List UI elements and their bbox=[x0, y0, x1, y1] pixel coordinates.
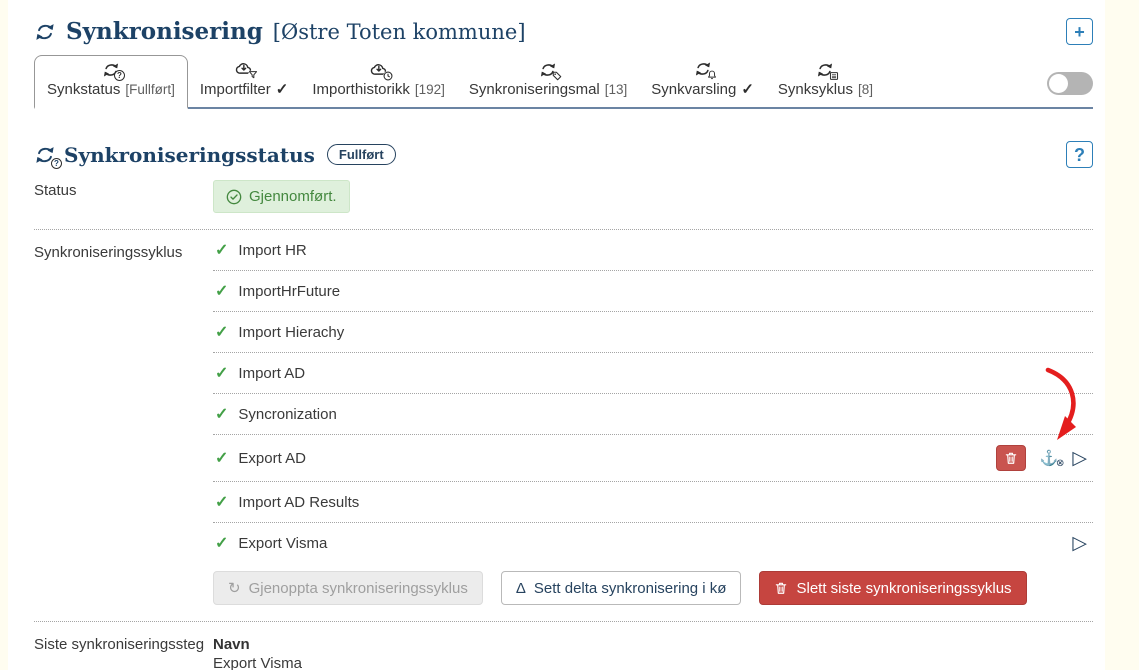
cycle-step: ✓ Syncronization bbox=[213, 394, 1093, 435]
cycle-step: ✓ Import Hierachy bbox=[213, 312, 1093, 353]
cycle-step: ✓ ImportHrFuture bbox=[213, 271, 1093, 312]
circle-check-icon bbox=[226, 189, 242, 205]
check-icon: ✓ bbox=[215, 492, 228, 512]
tab-check: ✓ bbox=[741, 80, 754, 98]
tab-badge: [192] bbox=[415, 82, 445, 97]
tab-label: Synkstatus bbox=[47, 81, 120, 98]
cycle-step-export-ad: ✓ Export AD ⚓⊗ ▷ bbox=[213, 435, 1093, 482]
section-title: Synkroniseringsstatus bbox=[64, 143, 315, 167]
cycle-step: ✓ Import AD Results bbox=[213, 482, 1093, 523]
resume-cycle-button[interactable]: ↻ Gjenoppta synkroniseringssyklus bbox=[213, 571, 483, 605]
cycle-buttons: ↻ Gjenoppta synkroniseringssyklus Δ Sett… bbox=[213, 571, 1093, 605]
last-step-label: Siste synkroniseringssteg bbox=[34, 622, 213, 670]
delete-last-cycle-button[interactable]: Slett siste synkroniseringssyklus bbox=[759, 571, 1026, 605]
cycle-step-export-visma: ✓ Export Visma ▷ bbox=[213, 523, 1093, 563]
tab-badge: [Fullført] bbox=[125, 82, 175, 97]
cycle-row: Synkroniseringssyklus ✓ Import HR ✓ Impo… bbox=[34, 230, 1093, 621]
section-header: ? Synkroniseringsstatus Fullført ? bbox=[34, 141, 1093, 168]
step-actions: ⚓⊗ ▷ bbox=[996, 445, 1091, 471]
tab-label: Synkroniseringsmal bbox=[469, 81, 600, 98]
sync-question-icon: ? bbox=[34, 144, 56, 166]
cycle-step: ✓ Import AD bbox=[213, 353, 1093, 394]
trash-icon bbox=[774, 581, 788, 595]
add-button[interactable]: + bbox=[1066, 18, 1093, 45]
tab-check: ✓ bbox=[276, 80, 289, 98]
cycle-label: Synkroniseringssyklus bbox=[34, 230, 213, 621]
name-value: Export Visma bbox=[213, 653, 1093, 670]
status-badge: Gjennomført. bbox=[213, 180, 350, 213]
sync-question-icon: ? bbox=[102, 61, 120, 79]
status-row: Status Gjennomført. bbox=[34, 168, 1093, 230]
delete-step-button[interactable] bbox=[996, 445, 1026, 471]
tab-label: Synkvarsling bbox=[651, 81, 736, 98]
anchor-cancel-icon[interactable]: ⚓⊗ bbox=[1040, 449, 1059, 467]
trash-icon bbox=[1004, 451, 1018, 465]
tab-label: Importhistorikk bbox=[312, 81, 410, 98]
tab-badge: [13] bbox=[605, 82, 628, 97]
sync-icon bbox=[34, 21, 56, 43]
check-icon: ✓ bbox=[215, 404, 228, 424]
help-button[interactable]: ? bbox=[1066, 141, 1093, 168]
check-icon: ✓ bbox=[215, 281, 228, 301]
tab-synkroniseringsmal[interactable]: Synkroniseringsmal [13] bbox=[457, 56, 639, 107]
toggle-knob bbox=[1049, 74, 1068, 93]
sync-tag-icon bbox=[539, 61, 557, 79]
tab-synksyklus[interactable]: Synksyklus [8] bbox=[766, 56, 885, 107]
section-status-pill: Fullført bbox=[327, 144, 396, 165]
cycle-step: ✓ Import HR bbox=[213, 230, 1093, 271]
status-label: Status bbox=[34, 168, 213, 229]
check-icon: ✓ bbox=[215, 448, 228, 468]
tab-synkvarsling[interactable]: Synkvarsling ✓ bbox=[639, 55, 766, 107]
main-content: Synkronisering [Østre Toten kommune] + ?… bbox=[8, 0, 1105, 670]
sync-list-icon bbox=[816, 61, 834, 79]
last-step-row: Siste synkroniseringssteg Navn Export Vi… bbox=[34, 621, 1093, 670]
cycle-step-list: ✓ Import HR ✓ ImportHrFuture ✓ Import Hi… bbox=[213, 230, 1093, 563]
tab-label: Synksyklus bbox=[778, 81, 853, 98]
cloud-import-filter-icon bbox=[235, 60, 253, 78]
step-actions: ▷ bbox=[1072, 534, 1091, 553]
play-icon[interactable]: ▷ bbox=[1072, 449, 1087, 468]
toggle-switch[interactable] bbox=[1047, 72, 1093, 95]
check-icon: ✓ bbox=[215, 533, 228, 553]
queue-delta-sync-button[interactable]: Δ Sett delta synkronisering i kø bbox=[501, 571, 742, 605]
page-title: Synkronisering bbox=[66, 18, 263, 45]
tab-importfilter[interactable]: Importfilter ✓ bbox=[188, 55, 300, 107]
tab-label: Importfilter bbox=[200, 81, 271, 98]
sync-bell-icon bbox=[694, 60, 712, 78]
check-icon: ✓ bbox=[215, 363, 228, 383]
redo-icon: ↻ bbox=[228, 579, 241, 597]
delta-icon: Δ bbox=[516, 580, 526, 597]
tab-badge: [8] bbox=[858, 82, 873, 97]
page-subtitle: [Østre Toten kommune] bbox=[273, 20, 526, 44]
tab-bar: ? Synkstatus [Fullført] Importfilter ✓ bbox=[34, 55, 1093, 109]
check-icon: ✓ bbox=[215, 322, 228, 342]
play-icon[interactable]: ▷ bbox=[1072, 534, 1087, 553]
name-label: Navn bbox=[213, 622, 1093, 653]
tab-synkstatus[interactable]: ? Synkstatus [Fullført] bbox=[34, 55, 188, 109]
check-icon: ✓ bbox=[215, 240, 228, 260]
cloud-import-history-icon bbox=[370, 61, 388, 79]
page-header: Synkronisering [Østre Toten kommune] + bbox=[34, 18, 1093, 45]
tab-importhistorikk[interactable]: Importhistorikk [192] bbox=[300, 56, 457, 107]
